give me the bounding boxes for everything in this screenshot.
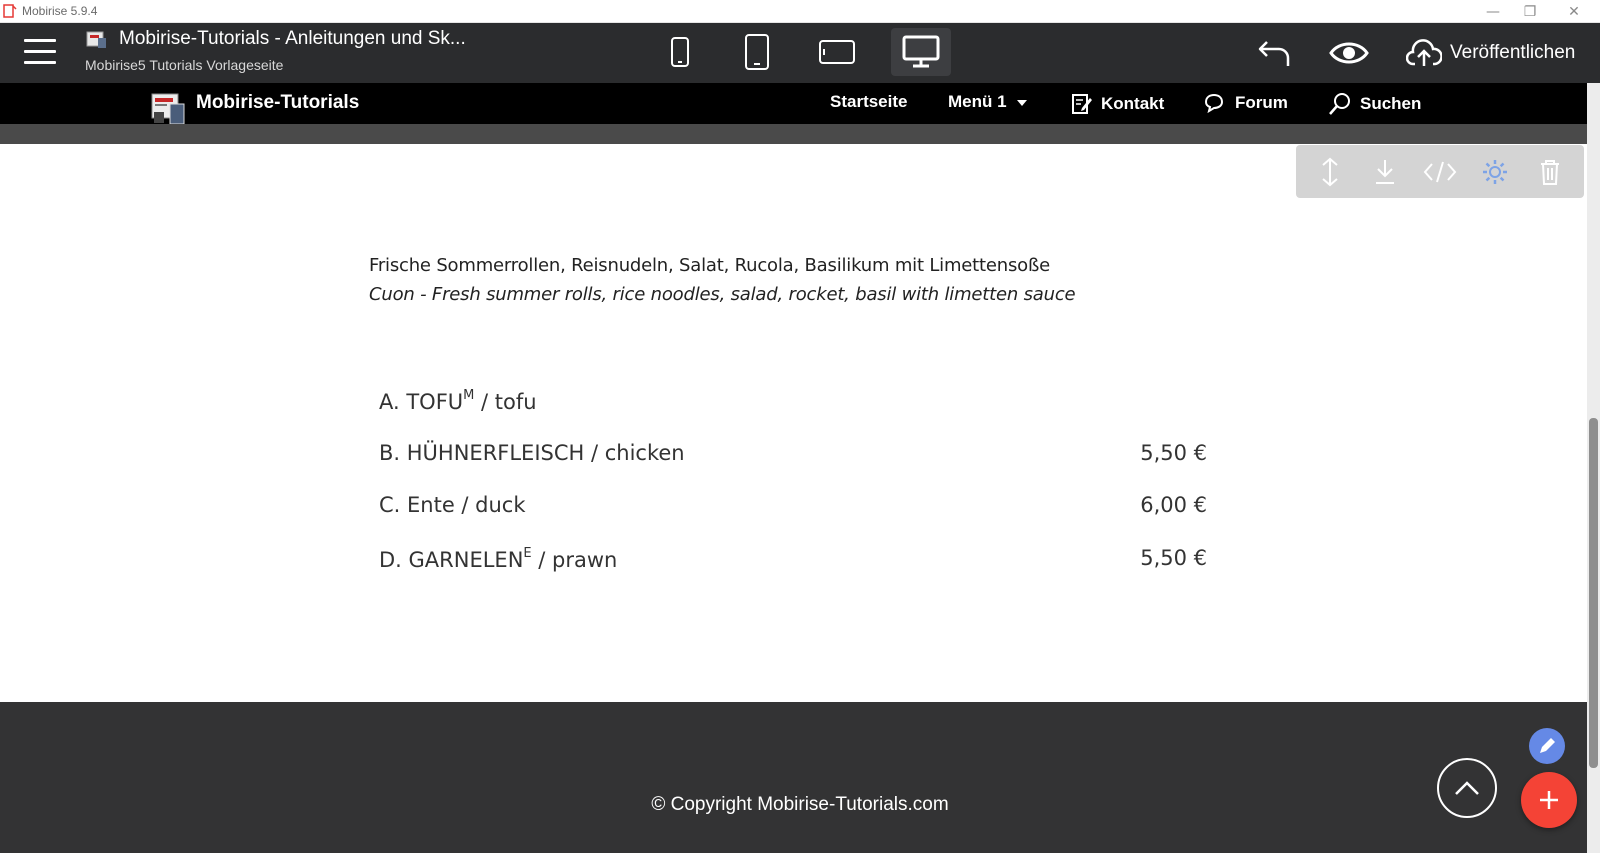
- nav-suchen[interactable]: Suchen: [1328, 92, 1421, 116]
- dish-description-de: Frische Sommerrollen, Reisnudeln, Salat,…: [369, 255, 1050, 276]
- scroll-to-top-button[interactable]: [1437, 758, 1497, 818]
- phone-icon: [671, 37, 689, 67]
- add-block-button[interactable]: [1521, 772, 1577, 828]
- edit-mode-button[interactable]: [1529, 728, 1565, 764]
- nav-kontakt[interactable]: Kontakt: [1071, 92, 1164, 116]
- site-navbar: Mobirise-Tutorials Startseite Menü 1 Kon…: [0, 83, 1587, 126]
- nav-label: Menü 1: [948, 92, 1007, 111]
- device-tablet-landscape-button[interactable]: [807, 28, 867, 76]
- menu-item-name: D. GARNELENE / prawn: [379, 546, 618, 572]
- tablet-landscape-icon: [819, 40, 855, 64]
- undo-button[interactable]: [1257, 33, 1291, 73]
- nav-label: Kontakt: [1101, 94, 1165, 113]
- dish-description-en: Cuon - Fresh summer rolls, rice noodles,…: [369, 284, 1076, 305]
- device-tablet-button[interactable]: [727, 28, 787, 76]
- block-toolbar: [1296, 145, 1584, 198]
- window-title: Mobirise 5.9.4: [22, 4, 98, 18]
- close-window-button[interactable]: ✕: [1559, 2, 1589, 22]
- edit-note-icon: [1072, 94, 1092, 114]
- code-icon: [1423, 161, 1457, 182]
- mobirise-app-icon: [3, 4, 17, 18]
- menu-item-name: C. Ente / duck: [379, 493, 526, 517]
- save-block-button[interactable]: [1365, 152, 1405, 192]
- code-editor-button[interactable]: [1420, 152, 1460, 192]
- nav-label: Forum: [1235, 93, 1288, 112]
- menu-item-price: 6,00 €: [1140, 493, 1207, 517]
- os-title-bar: Mobirise 5.9.4 — ❐ ✕: [0, 0, 1600, 23]
- download-icon: [1375, 159, 1394, 184]
- menu-item-price: 5,50 €: [1140, 441, 1207, 465]
- trash-icon: [1541, 159, 1560, 185]
- plus-icon: [1540, 791, 1558, 809]
- chat-bubbles-icon: [1204, 93, 1224, 114]
- tablet-icon: [745, 34, 769, 70]
- cloud-upload-icon: [1406, 39, 1442, 66]
- page-scrollbar[interactable]: [1587, 83, 1600, 853]
- publish-button[interactable]: Veröffentlichen: [1406, 33, 1575, 73]
- hamburger-menu-icon[interactable]: [24, 39, 56, 65]
- nav-label: Suchen: [1360, 94, 1422, 113]
- project-thumbnail-icon: [86, 31, 106, 48]
- site-footer: © Copyright Mobirise-Tutorials.com: [0, 702, 1587, 853]
- menu-item-row: B. HÜHNERFLEISCH / chicken 5,50 €: [379, 441, 1207, 465]
- nav-label: Startseite: [830, 92, 908, 111]
- publish-label: Veröffentlichen: [1450, 42, 1576, 63]
- scrollbar-thumb[interactable]: [1589, 418, 1598, 768]
- preview-button[interactable]: [1329, 33, 1369, 73]
- menu-item-name: B. HÜHNERFLEISCH / chicken: [379, 441, 685, 465]
- menu-item-name: A. TOFUM / tofu: [379, 388, 537, 414]
- navbar-shadow-strip: [0, 124, 1587, 144]
- menu-content-block: Frische Sommerrollen, Reisnudeln, Salat,…: [0, 144, 1587, 702]
- menu-item-row: A. TOFUM / tofu: [379, 388, 1207, 414]
- copyright-text: © Copyright Mobirise-Tutorials.com: [651, 794, 949, 815]
- nav-forum[interactable]: Forum: [1203, 92, 1288, 114]
- brand-name[interactable]: Mobirise-Tutorials: [196, 92, 359, 114]
- block-settings-button[interactable]: [1475, 152, 1515, 192]
- search-icon: [1329, 93, 1350, 115]
- eye-icon: [1329, 42, 1369, 64]
- minimize-button[interactable]: —: [1478, 2, 1508, 22]
- undo-icon: [1258, 41, 1290, 66]
- device-desktop-button[interactable]: [891, 28, 951, 76]
- chevron-up-icon: [1455, 781, 1479, 795]
- menu-item-price: 5,50 €: [1140, 546, 1207, 570]
- brand-logo-icon[interactable]: [150, 90, 188, 126]
- pencil-icon: [1540, 738, 1555, 753]
- project-subtitle: Mobirise5 Tutorials Vorlageseite: [85, 57, 284, 73]
- move-icon: [1321, 157, 1338, 186]
- gear-icon: [1483, 159, 1508, 184]
- app-toolbar: Mobirise-Tutorials - Anleitungen und Sk.…: [0, 23, 1600, 83]
- delete-block-button[interactable]: [1530, 152, 1570, 192]
- project-title[interactable]: Mobirise-Tutorials - Anleitungen und Sk.…: [119, 28, 466, 50]
- maximize-button[interactable]: ❐: [1515, 2, 1545, 22]
- desktop-icon: [902, 35, 940, 68]
- nav-startseite[interactable]: Startseite: [830, 92, 907, 112]
- device-phone-button[interactable]: [650, 28, 710, 76]
- nav-menu-1[interactable]: Menü 1: [948, 92, 1029, 112]
- menu-item-row: C. Ente / duck 6,00 €: [379, 493, 1207, 517]
- caret-down-icon: [1016, 100, 1027, 106]
- menu-item-row: D. GARNELENE / prawn 5,50 €: [379, 546, 1207, 572]
- move-block-button[interactable]: [1310, 152, 1350, 192]
